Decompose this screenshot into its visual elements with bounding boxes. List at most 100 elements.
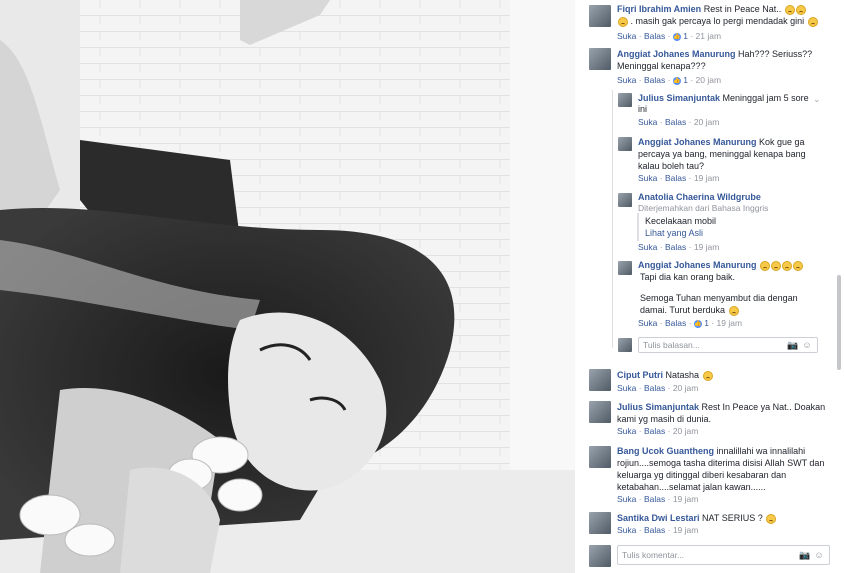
emoji-icon[interactable]: ☺: [814, 550, 824, 560]
avatar[interactable]: [618, 193, 632, 207]
comment-input[interactable]: Tulis komentar... 📷 ☺: [617, 545, 830, 565]
reply-body: Kok gue ga: [759, 137, 805, 147]
reply-link[interactable]: Balas: [644, 426, 665, 436]
comment-text-line: kami yg masih di dunia.: [617, 414, 712, 424]
comment-actions: Suka · Balas · 👍 1 · 21 jam: [617, 31, 722, 41]
timestamp[interactable]: 19 jam: [694, 173, 720, 183]
reply-body: Meninggal jam 5 sore: [722, 93, 809, 103]
avatar[interactable]: [589, 446, 611, 468]
avatar[interactable]: [589, 369, 611, 391]
timestamp[interactable]: 19 jam: [673, 525, 699, 535]
reply-input[interactable]: Tulis balasan... 📷 ☺: [638, 337, 818, 353]
comment-body: Hah??? Seriuss??: [738, 49, 813, 59]
comment-author[interactable]: Bang Ucok Guantheng: [617, 446, 714, 456]
reply-link[interactable]: Balas: [665, 173, 686, 183]
avatar[interactable]: [589, 5, 611, 27]
reply-text-line: ini: [638, 104, 648, 114]
avatar[interactable]: [618, 261, 632, 275]
reply-actions: Suka · Balas · 20 jam: [638, 117, 720, 127]
reply-text-line: percaya ya bang, meninggal kenapa bang: [638, 149, 806, 159]
post-photo[interactable]: [0, 0, 575, 573]
like-link[interactable]: Suka: [617, 75, 636, 85]
avatar[interactable]: [589, 401, 611, 423]
like-icon: 👍: [672, 76, 681, 85]
sad-emoji-icon: [784, 4, 795, 15]
like-link[interactable]: Suka: [638, 318, 657, 328]
scrollbar[interactable]: [837, 275, 841, 370]
reply-actions: Suka · Balas · 19 jam: [638, 173, 720, 183]
see-original-link[interactable]: Lihat yang Asli: [645, 227, 703, 239]
sad-emoji-icon: [807, 16, 818, 27]
reply-link[interactable]: Balas: [665, 242, 686, 252]
comment-actions: Suka · Balas · 19 jam: [617, 494, 699, 504]
reaction-count[interactable]: 1: [683, 31, 688, 41]
like-link[interactable]: Suka: [617, 383, 636, 393]
reply-link[interactable]: Balas: [644, 525, 665, 535]
emoji-icon[interactable]: ☺: [802, 340, 812, 350]
like-link[interactable]: Suka: [617, 494, 636, 504]
reply-link[interactable]: Balas: [665, 318, 686, 328]
comment-text: Ciput Putri Natasha: [617, 369, 713, 381]
crying-emoji-icon: [728, 305, 739, 316]
like-link[interactable]: Suka: [638, 242, 657, 252]
camera-icon[interactable]: 📷: [787, 340, 798, 350]
avatar[interactable]: [589, 48, 611, 70]
comment-text: Fiqri Ibrahim Amien Rest in Peace Nat..: [617, 3, 806, 15]
reply-author[interactable]: Anatolia Chaerina Wildgrube: [638, 192, 761, 202]
reply-link[interactable]: Balas: [644, 494, 665, 504]
camera-icon[interactable]: 📷: [799, 550, 810, 560]
avatar: [618, 338, 632, 352]
like-link[interactable]: Suka: [617, 426, 636, 436]
reaction-count[interactable]: 1: [704, 318, 709, 328]
chevron-down-icon[interactable]: ⌄: [813, 94, 821, 105]
reply-link[interactable]: Balas: [665, 117, 686, 127]
reply-text-line: damai. Turut berduka: [640, 304, 739, 316]
comment-input-placeholder: Tulis komentar...: [622, 550, 685, 560]
avatar: [589, 545, 611, 567]
reply-text: Anggiat Johanes Manurung: [638, 259, 804, 271]
comment-body: Natasha: [665, 370, 700, 380]
timestamp[interactable]: 19 jam: [673, 494, 699, 504]
like-link[interactable]: Suka: [638, 117, 657, 127]
reply-link[interactable]: Balas: [644, 75, 665, 85]
reply-link[interactable]: Balas: [644, 383, 665, 393]
timestamp[interactable]: 21 jam: [696, 31, 722, 41]
timestamp[interactable]: 19 jam: [717, 318, 743, 328]
sad-emoji-icon: [793, 260, 804, 271]
comment-body: Rest in Peace Nat..: [703, 4, 782, 14]
comment-author[interactable]: Fiqri Ibrahim Amien: [617, 4, 701, 14]
timestamp[interactable]: 19 jam: [694, 242, 720, 252]
like-link[interactable]: Suka: [617, 31, 636, 41]
timestamp[interactable]: 20 jam: [694, 117, 720, 127]
like-link[interactable]: Suka: [617, 525, 636, 535]
avatar[interactable]: [589, 512, 611, 534]
comment-body: Rest In Peace ya Nat.. Doakan: [701, 402, 826, 412]
comment-text-line: ketabahan....selamat jalan kawan......: [617, 482, 766, 492]
reply-author[interactable]: Anggiat Johanes Manurung: [638, 137, 757, 147]
comment-text-line: . masih gak percaya lo pergi mendadak gi…: [617, 15, 818, 27]
avatar[interactable]: [618, 137, 632, 151]
timestamp[interactable]: 20 jam: [673, 426, 699, 436]
comment-author[interactable]: Julius Simanjuntak: [617, 402, 699, 412]
avatar[interactable]: [618, 93, 632, 107]
like-link[interactable]: Suka: [638, 173, 657, 183]
reply-author[interactable]: Anggiat Johanes Manurung: [638, 260, 757, 270]
comment-author[interactable]: Anggiat Johanes Manurung: [617, 49, 736, 59]
comment-author[interactable]: Ciput Putri: [617, 370, 663, 380]
crying-emoji-icon: [766, 513, 777, 524]
timestamp[interactable]: 20 jam: [673, 383, 699, 393]
crying-emoji-icon: [702, 370, 713, 381]
comment-body: . masih gak percaya lo pergi mendadak gi…: [630, 16, 805, 26]
comment-text-line: rojiun....semoga tasha diterima disisi A…: [617, 458, 825, 468]
comment-text: Julius Simanjuntak Rest In Peace ya Nat.…: [617, 401, 825, 413]
comment-author[interactable]: Santika Dwi Lestari: [617, 513, 700, 523]
reply-author[interactable]: Julius Simanjuntak: [638, 93, 720, 103]
photo-image: [0, 0, 575, 573]
translation-note: Diterjemahkan dari Bahasa Inggris: [638, 203, 769, 213]
comment-actions: Suka · Balas · 20 jam: [617, 383, 699, 393]
reply-link[interactable]: Balas: [644, 31, 665, 41]
sad-emoji-icon: [795, 4, 806, 15]
reaction-count[interactable]: 1: [683, 75, 688, 85]
timestamp[interactable]: 20 jam: [696, 75, 722, 85]
sad-emoji-icon: [618, 16, 628, 27]
